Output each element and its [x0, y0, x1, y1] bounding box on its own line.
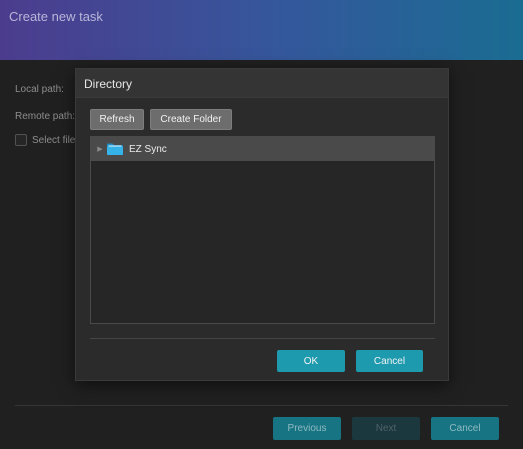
directory-tree[interactable]: ▶ EZ Sync	[90, 136, 435, 324]
refresh-button[interactable]: Refresh	[90, 109, 144, 130]
dialog-title: Directory	[84, 77, 133, 91]
dialog-divider	[90, 338, 435, 339]
dialog-titlebar: Directory	[76, 69, 448, 98]
dialog-cancel-button[interactable]: Cancel	[356, 350, 423, 372]
ok-button[interactable]: OK	[277, 350, 345, 372]
window-header: Create new task	[0, 0, 523, 60]
directory-dialog: Directory Refresh Create Folder ▶ EZ Syn…	[75, 68, 449, 381]
expand-arrow-icon[interactable]: ▶	[95, 145, 105, 153]
tree-item-label: EZ Sync	[129, 143, 167, 155]
create-folder-button[interactable]: Create Folder	[150, 109, 232, 130]
folder-icon	[107, 143, 123, 155]
window-title: Create new task	[9, 9, 103, 24]
tree-item-ez-sync[interactable]: ▶ EZ Sync	[91, 137, 434, 161]
